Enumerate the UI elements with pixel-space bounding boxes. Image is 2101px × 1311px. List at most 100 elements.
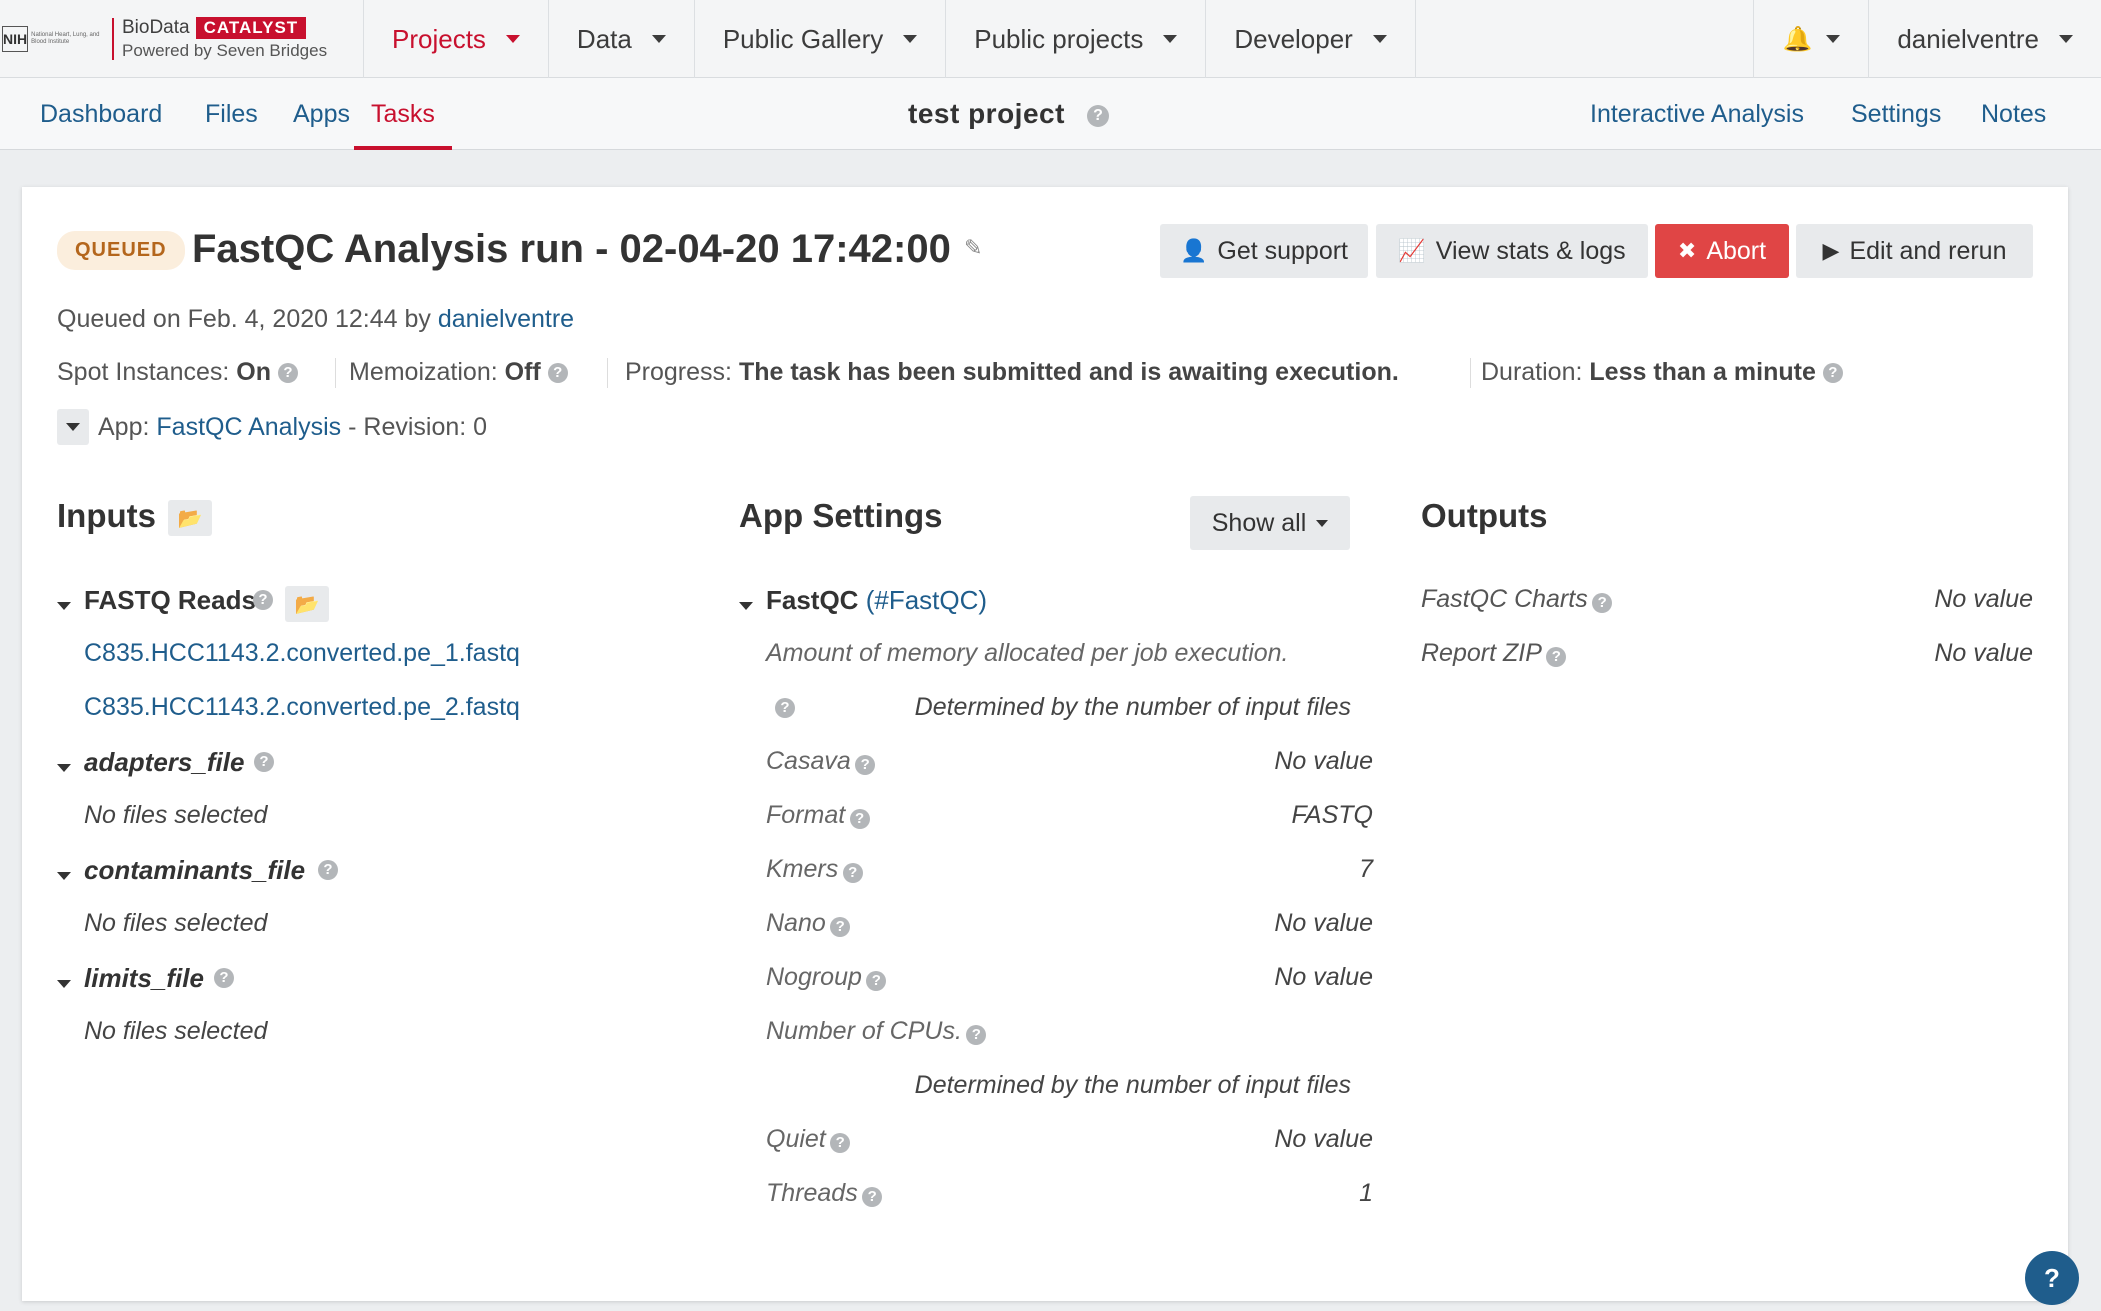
nih-institute-text: National Heart, Lung, and Blood Institut…: [31, 32, 100, 45]
spot-instances: Spot Instances: On ?: [57, 358, 298, 387]
progress-value: The task has been submitted and is await…: [738, 358, 1399, 386]
nav-data[interactable]: Data: [549, 0, 695, 78]
user-name: danielventre: [1897, 23, 2039, 54]
quiet-value: No value: [1274, 1125, 1373, 1153]
outputs-heading: Outputs: [1421, 497, 1548, 534]
folder-icon[interactable]: 📂: [285, 586, 329, 622]
view-stats-label: View stats & logs: [1435, 236, 1626, 265]
nav-projects[interactable]: Projects: [364, 0, 549, 78]
info-icon[interactable]: ?: [1087, 104, 1110, 127]
close-icon: ✖: [1677, 238, 1697, 263]
brand-logo[interactable]: NIH National Heart, Lung, and Blood Inst…: [0, 0, 364, 78]
memoization: Memoization: Off ?: [349, 358, 568, 387]
nih-logo: NIH National Heart, Lung, and Blood Inst…: [2, 19, 108, 59]
user-icon: 👤: [1179, 238, 1208, 263]
setting-label: Nogroup: [766, 963, 862, 991]
help-icon[interactable]: ?: [966, 1024, 987, 1045]
help-icon[interactable]: ?: [830, 916, 851, 937]
get-support-button[interactable]: 👤 Get support: [1160, 224, 1368, 278]
help-icon[interactable]: ?: [1592, 592, 1613, 613]
setting-row: Casava ? No value: [766, 747, 1373, 776]
app-label: App:: [98, 413, 150, 441]
tab-apps[interactable]: Apps: [293, 78, 350, 150]
output-value: No value: [1934, 585, 2033, 613]
input-file-link[interactable]: C835.HCC1143.2.converted.pe_1.fastq: [84, 639, 520, 668]
contaminants-file-label: contaminants_file: [84, 855, 306, 885]
caret-down-icon[interactable]: [57, 872, 71, 880]
help-icon[interactable]: ?: [547, 363, 568, 384]
project-title: test project ?: [908, 78, 1110, 150]
link-settings[interactable]: Settings: [1851, 78, 1941, 150]
setting-row: Kmers ? 7: [766, 855, 1373, 884]
pencil-icon[interactable]: ✎: [964, 235, 982, 261]
abort-button[interactable]: ✖ Abort: [1655, 224, 1789, 278]
caret-down-icon[interactable]: [739, 602, 753, 610]
user-menu[interactable]: danielventre: [1869, 0, 2101, 78]
help-icon[interactable]: ?: [277, 363, 298, 384]
chevron-down-icon: [651, 35, 666, 43]
task-title: FastQC Analysis run - 02-04-20 17:42:00: [192, 227, 951, 271]
tab-dashboard[interactable]: Dashboard: [40, 78, 162, 150]
folder-glyph: 📂: [177, 507, 203, 530]
help-icon[interactable]: ?: [866, 970, 887, 991]
help-icon[interactable]: ?: [318, 860, 338, 880]
setting-value: No value: [1274, 747, 1373, 775]
notifications-menu[interactable]: 🔔: [1753, 0, 1870, 78]
setting-row: Nogroup ? No value: [766, 963, 1373, 992]
caret-down-icon[interactable]: [57, 764, 71, 772]
queued-user-link[interactable]: danielventre: [438, 305, 574, 333]
nav-developer[interactable]: Developer: [1206, 0, 1416, 78]
link-notes[interactable]: Notes: [1981, 78, 2046, 150]
link-interactive-analysis[interactable]: Interactive Analysis: [1590, 78, 1804, 150]
memory-value: Determined by the number of input files: [914, 693, 1351, 721]
duration: Duration: Less than a minute ?: [1481, 358, 1843, 387]
logo-text: BioData CATALYST Powered by Seven Bridge…: [122, 17, 327, 61]
input-file-link[interactable]: C835.HCC1143.2.converted.pe_2.fastq: [84, 693, 520, 722]
progress-label: Progress:: [625, 358, 732, 386]
logo-divider: [112, 18, 114, 60]
edit-rerun-button[interactable]: ▶ Edit and rerun: [1796, 224, 2033, 278]
project-subnav: Dashboard Files Apps Tasks test project …: [0, 78, 2101, 150]
view-stats-button[interactable]: 📈 View stats & logs: [1376, 224, 1648, 278]
setting-label: Nano: [766, 909, 826, 937]
brand-product: CATALYST: [195, 17, 307, 39]
queued-text: Queued on Feb. 4, 2020 12:44 by: [57, 305, 431, 333]
help-icon[interactable]: ?: [855, 754, 876, 775]
app-collapse-toggle[interactable]: [57, 409, 89, 445]
help-icon[interactable]: ?: [1822, 363, 1843, 384]
help-chat-button[interactable]: ?: [2025, 1251, 2079, 1305]
help-icon[interactable]: ?: [1546, 646, 1567, 667]
help-icon[interactable]: ?: [254, 752, 274, 772]
adapters-file-label: adapters_file: [84, 747, 245, 777]
show-all-button[interactable]: Show all: [1190, 496, 1350, 550]
help-icon[interactable]: ?: [849, 808, 870, 829]
no-files-text: No files selected: [84, 801, 268, 829]
help-icon[interactable]: ?: [842, 862, 863, 883]
project-title-text: test project: [908, 98, 1065, 129]
help-icon[interactable]: ?: [253, 590, 273, 610]
bell-icon: 🔔: [1782, 25, 1813, 53]
inputs-heading: Inputs: [57, 497, 156, 534]
show-all-label: Show all: [1211, 508, 1307, 537]
tab-files[interactable]: Files: [205, 78, 258, 150]
app-link[interactable]: FastQC Analysis: [156, 413, 341, 441]
caret-down-icon[interactable]: [57, 980, 71, 988]
nav-public-projects[interactable]: Public projects: [946, 0, 1207, 78]
help-icon[interactable]: ?: [214, 968, 234, 988]
cpus-value: Determined by the number of input files: [914, 1071, 1351, 1099]
help-icon[interactable]: ?: [862, 1186, 883, 1207]
memory-label: Amount of memory allocated per job execu…: [766, 639, 1289, 667]
cpus-row: Number of CPUs. ?: [766, 1017, 987, 1046]
nav-public-projects-label: Public projects: [974, 23, 1144, 54]
spot-label: Spot Instances:: [57, 358, 230, 386]
folder-icon[interactable]: 📂: [168, 500, 212, 536]
nav-public-gallery[interactable]: Public Gallery: [695, 0, 947, 78]
tool-name: FastQC: [766, 585, 859, 615]
divider: [607, 358, 608, 388]
tab-tasks[interactable]: Tasks: [354, 78, 452, 150]
help-icon[interactable]: ?: [775, 698, 795, 718]
caret-down-icon[interactable]: [57, 602, 71, 610]
help-icon[interactable]: ?: [830, 1132, 851, 1153]
nav-projects-label: Projects: [392, 23, 486, 54]
